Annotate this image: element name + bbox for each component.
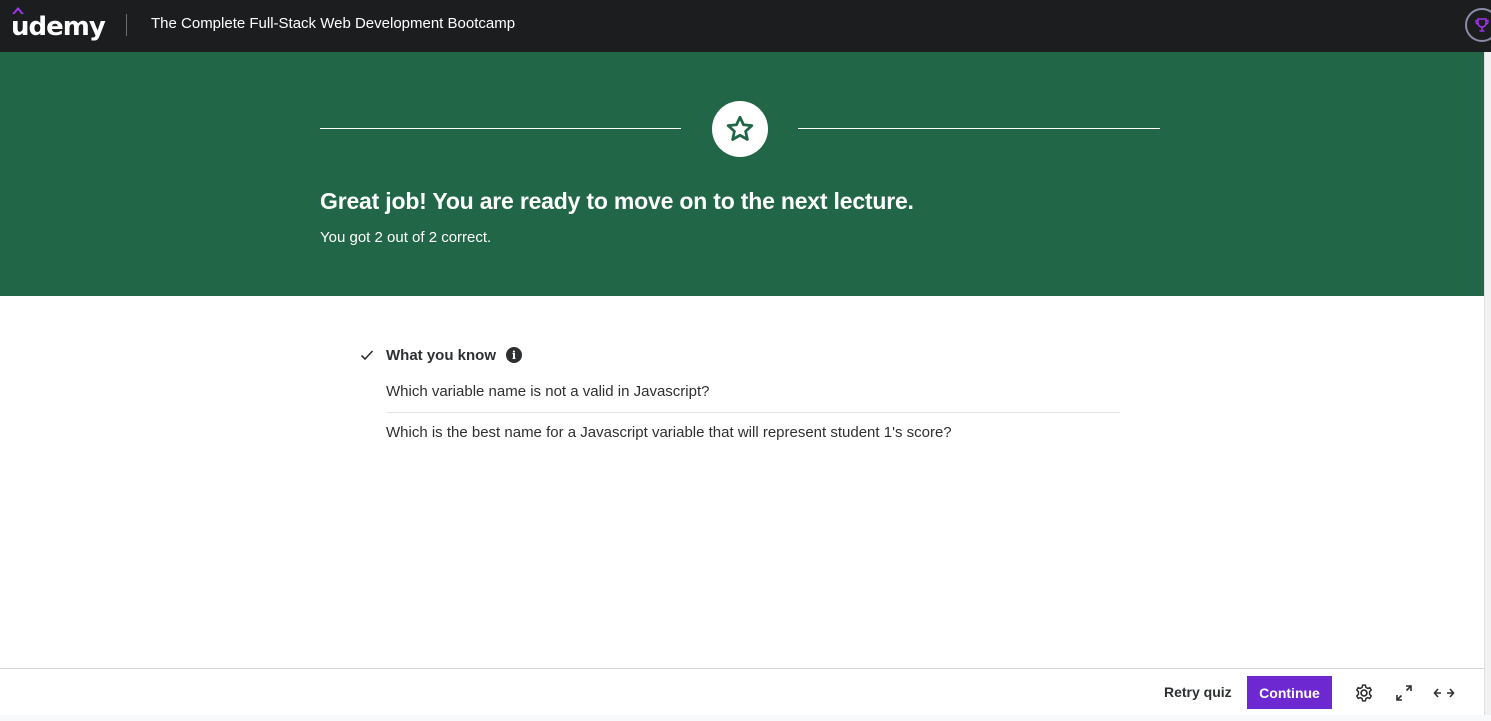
quiz-footer: Retry quiz Continue	[0, 668, 1484, 715]
decorative-line-left	[320, 128, 681, 129]
star-icon	[726, 115, 754, 141]
logo-hat-icon	[12, 7, 24, 14]
expand-icon[interactable]	[1393, 682, 1415, 704]
trophy-icon[interactable]	[1465, 8, 1491, 42]
udemy-logo[interactable]: udemy	[11, 4, 106, 44]
gear-glyph	[1356, 684, 1372, 702]
trophy-glyph	[1475, 18, 1489, 32]
top-navigation-bar: udemy The Complete Full-Stack Web Develo…	[0, 0, 1491, 52]
header-divider	[126, 14, 127, 36]
logo-text: udemy	[11, 12, 106, 42]
retry-quiz-button[interactable]: Retry quiz	[1164, 684, 1232, 700]
bottom-edge	[0, 715, 1491, 721]
check-icon	[360, 350, 374, 361]
question-item: Which is the best name for a Javascript …	[386, 412, 1120, 453]
star-badge	[712, 101, 768, 157]
horizontal-arrows-icon[interactable]	[1433, 682, 1455, 704]
section-label: What you know	[386, 346, 496, 364]
expand-glyph	[1396, 685, 1412, 701]
results-section: What you know i Which variable name is n…	[360, 344, 1120, 453]
continue-button[interactable]: Continue	[1247, 676, 1332, 709]
info-icon[interactable]: i	[506, 347, 522, 363]
quiz-result-banner: Great job! You are ready to move on to t…	[0, 52, 1484, 296]
page-scrollbar[interactable]	[1484, 52, 1491, 721]
question-list: Which variable name is not a valid in Ja…	[386, 383, 1120, 453]
decorative-line-right	[798, 128, 1160, 129]
what-you-know-header: What you know i	[360, 344, 1120, 366]
horizontal-arrows-glyph	[1433, 688, 1455, 698]
gear-icon[interactable]	[1353, 682, 1375, 704]
question-item: Which variable name is not a valid in Ja…	[386, 383, 710, 400]
result-heading: Great job! You are ready to move on to t…	[320, 188, 914, 214]
course-title[interactable]: The Complete Full-Stack Web Development …	[151, 15, 515, 32]
score-summary: You got 2 out of 2 correct.	[320, 229, 492, 246]
